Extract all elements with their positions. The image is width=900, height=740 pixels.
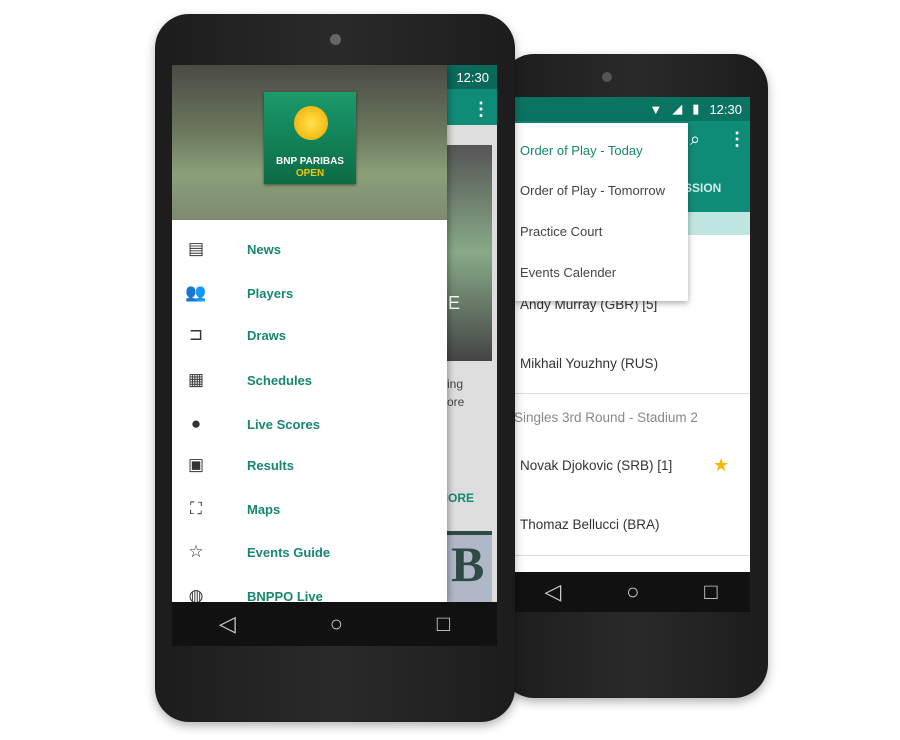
drawer-item-label: Live Scores xyxy=(247,416,320,432)
drawer-item-label: BNPPO Live xyxy=(247,588,323,603)
divider xyxy=(512,393,750,394)
left-nav-bar: ◁ ○ □ xyxy=(172,602,497,646)
search-icon[interactable]: ⌕ xyxy=(690,129,700,150)
dropdown-item-events[interactable]: Events Calender xyxy=(520,265,616,280)
home-icon[interactable]: ○ xyxy=(626,579,639,605)
overflow-menu-icon[interactable]: ⋮ xyxy=(728,129,746,150)
navigation-drawer: BNP PARIBAS OPEN ▤ News 👥 Players ⊐ Draws ▦ Sch… xyxy=(172,65,447,602)
battery-icon: ▮ xyxy=(692,101,700,116)
drawer-item-maps[interactable]: ⛶ Maps xyxy=(172,489,447,529)
divider xyxy=(512,555,750,556)
back-icon[interactable]: ◁ xyxy=(219,611,236,637)
status-time: 12:30 xyxy=(709,101,742,117)
drawer-item-players[interactable]: 👥 Players xyxy=(172,273,447,313)
drawer-item-label: Events Guide xyxy=(247,544,331,560)
dropdown-item-tomorrow[interactable]: Order of Play - Tomorrow xyxy=(520,183,665,198)
left-screen: ⋮ E ing ore MORE B ▼◢▮12:30 BNP PARIBAS … xyxy=(172,65,497,602)
tab-session[interactable]: SSION xyxy=(684,181,721,195)
logo-text: OPEN xyxy=(295,168,325,179)
news-card-image xyxy=(447,145,492,361)
draws-icon: ⊐ xyxy=(188,325,204,344)
drawer-item-results[interactable]: ▣ Results xyxy=(172,445,447,485)
globe-icon: ◍ xyxy=(188,586,204,602)
card-text: ing xyxy=(447,377,464,391)
player-row[interactable]: Thomaz Bellucci (BRA) xyxy=(520,517,660,532)
card-text: E xyxy=(448,293,461,313)
bnp-paribas-open-logo: BNP PARIBAS OPEN xyxy=(264,92,356,184)
section-header: Singles 3rd Round - Stadium 2 xyxy=(514,410,698,425)
camera xyxy=(602,72,612,82)
drawer-item-label: News xyxy=(247,241,281,257)
favorite-star-icon[interactable]: ★ xyxy=(713,455,729,476)
drawer-item-bnppo-live[interactable]: ◍ BNPPO Live xyxy=(172,576,447,602)
back-icon[interactable]: ◁ xyxy=(544,579,561,605)
drawer-item-label: Schedules xyxy=(247,372,313,388)
recents-icon[interactable]: □ xyxy=(704,579,717,605)
drawer-item-news[interactable]: ▤ News xyxy=(172,229,447,269)
right-screen: ▼ ◢ ▮ 12:30 ⌕ ⋮ SSION Andy Murray (GBR) [5]… xyxy=(512,97,750,572)
right-phone: ▼ ◢ ▮ 12:30 ⌕ ⋮ SSION Andy Murray (GBR) [5]… xyxy=(500,54,768,698)
status-bar: ▼ ◢ ▮ 12:30 xyxy=(512,97,750,121)
maps-icon: ⛶ xyxy=(190,499,202,518)
left-phone: ⋮ E ing ore MORE B ▼◢▮12:30 BNP PARIBAS … xyxy=(155,14,515,722)
drawer-item-label: Draws xyxy=(247,327,287,343)
events-guide-icon: ☆ xyxy=(188,542,204,561)
recents-icon[interactable]: □ xyxy=(437,611,450,637)
card-text: ore xyxy=(447,395,465,409)
signal-icon: ◢ xyxy=(672,101,683,116)
dropdown-item-today[interactable]: Order of Play - Today xyxy=(520,143,643,158)
drawer-item-label: Results xyxy=(247,457,294,473)
drawer-item-events-guide[interactable]: ☆ Events Guide xyxy=(172,532,447,572)
wifi-icon: ▼ xyxy=(649,101,663,117)
drawer-item-schedules[interactable]: ▦ Schedules xyxy=(172,360,447,400)
right-nav-bar: ◁ ○ □ xyxy=(512,572,750,612)
drawer-item-live-scores[interactable]: ● Live Scores xyxy=(172,404,447,444)
drawer-item-draws[interactable]: ⊐ Draws xyxy=(172,315,447,355)
player-row[interactable]: Mikhail Youzhny (RUS) xyxy=(520,356,658,371)
camera xyxy=(330,34,341,45)
dropdown-menu: Order of Play - Today Order of Play - To… xyxy=(514,123,688,301)
players-icon: 👥 xyxy=(185,283,207,302)
status-time: 12:30 xyxy=(456,69,489,85)
logo-text: BNP PARIBAS xyxy=(276,156,344,167)
dropdown-item-practice[interactable]: Practice Court xyxy=(520,224,602,239)
home-icon[interactable]: ○ xyxy=(330,611,343,637)
overflow-menu-icon[interactable]: ⋮ xyxy=(472,99,490,120)
news-icon: ▤ xyxy=(187,239,205,258)
player-row[interactable]: Novak Djokovic (SRB) [1] xyxy=(520,458,672,473)
drawer-item-label: Maps xyxy=(247,501,281,517)
schedules-icon: ▦ xyxy=(187,370,205,389)
live-scores-icon: ● xyxy=(190,414,202,433)
drawer-item-label: Players xyxy=(247,285,294,301)
card-image-b: B xyxy=(447,531,492,602)
results-icon: ▣ xyxy=(187,455,205,474)
